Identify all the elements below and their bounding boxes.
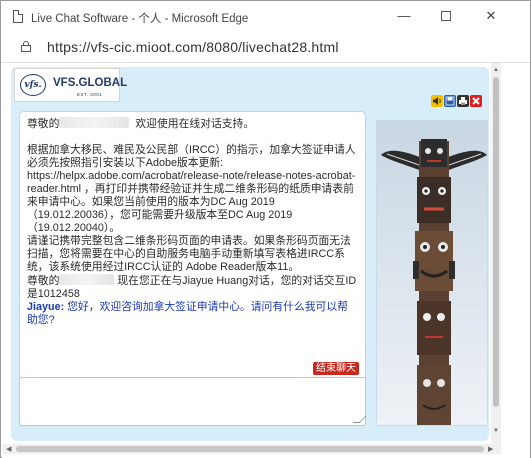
maximize-icon xyxy=(441,11,451,21)
url-text[interactable]: https://vfs-cic.mioot.com/8080/livechat2… xyxy=(47,39,339,55)
end-chat-button[interactable]: 结束聊天 xyxy=(313,362,359,375)
vfs-logo-name: VFS.GLOBAL xyxy=(53,77,128,89)
vfs-logo-sub: EST. 2001 xyxy=(77,92,103,97)
sound-icon[interactable] xyxy=(431,95,443,107)
agent-message-line: Jiayue: 您好，欢迎咨询加拿大签证申请中心。请问有什么我可以帮助您? xyxy=(27,301,358,327)
message-input[interactable] xyxy=(19,377,367,426)
scroll-up-icon[interactable]: ▲ xyxy=(493,67,499,73)
chat-transcript[interactable]: 尊敬的 欢迎使用在线对话支持。 根据加拿大移民、难民及公民部（IRCC）的指示，… xyxy=(19,111,366,402)
resize-grip-icon[interactable] xyxy=(352,416,367,423)
vertical-scroll-thumb[interactable] xyxy=(493,77,499,407)
vfs-logo-mark: vfs. xyxy=(20,74,46,96)
notice-message: 根据加拿大移民、难民及公民部（IRCC）的指示，加拿大签证申请人必须先按照指引安… xyxy=(27,144,356,234)
totem-pole-image xyxy=(376,120,488,426)
page-viewport: vfs. VFS.GLOBAL EST. 2001 尊敬的 欢迎使用在线对话支持… xyxy=(2,63,530,458)
vertical-scrollbar[interactable]: ▲ ▼ xyxy=(491,63,501,444)
horizontal-scrollbar[interactable]: ◀ ▶ xyxy=(2,444,501,454)
session-line: 尊敬的 现在您正在与Jiayue Huang对话，您的对话交互ID是101245… xyxy=(27,274,357,300)
maximize-button[interactable] xyxy=(431,5,461,27)
page-icon xyxy=(13,10,23,23)
horizontal-scroll-thumb[interactable] xyxy=(16,446,484,452)
browser-window: Live Chat Software - 个人 - Microsoft Edge… xyxy=(0,0,531,458)
print-icon[interactable] xyxy=(457,95,469,107)
address-bar[interactable]: https://vfs-cic.mioot.com/8080/livechat2… xyxy=(1,31,530,63)
redacted-name xyxy=(59,274,115,285)
agent-name: Jiayue: xyxy=(27,301,65,313)
redacted-name xyxy=(59,117,130,128)
title-bar: Live Chat Software - 个人 - Microsoft Edge… xyxy=(1,1,530,31)
scroll-down-icon[interactable]: ▼ xyxy=(493,428,499,434)
scroll-left-icon[interactable]: ◀ xyxy=(6,445,11,453)
notice-message-2: 请谨记携带完整包含二维条形码页面的申请表。如果条形码页面无法扫描，您将需要在中心… xyxy=(27,235,351,273)
save-icon[interactable] xyxy=(444,95,456,107)
close-icon[interactable] xyxy=(470,95,482,107)
vfs-logo: vfs. VFS.GLOBAL EST. 2001 xyxy=(14,68,127,102)
minimize-button[interactable]: — xyxy=(389,5,419,27)
window-title: Live Chat Software - 个人 - Microsoft Edge xyxy=(31,13,249,25)
lock-icon[interactable] xyxy=(21,41,31,52)
chat-toolbar xyxy=(431,95,482,109)
greeting-line: 尊敬的 欢迎使用在线对话支持。 xyxy=(27,117,255,130)
close-window-button[interactable]: ✕ xyxy=(476,5,506,27)
scroll-right-icon[interactable]: ▶ xyxy=(488,445,493,453)
agent-message: 您好，欢迎咨询加拿大签证申请中心。请问有什么我可以帮助您? xyxy=(27,301,348,326)
